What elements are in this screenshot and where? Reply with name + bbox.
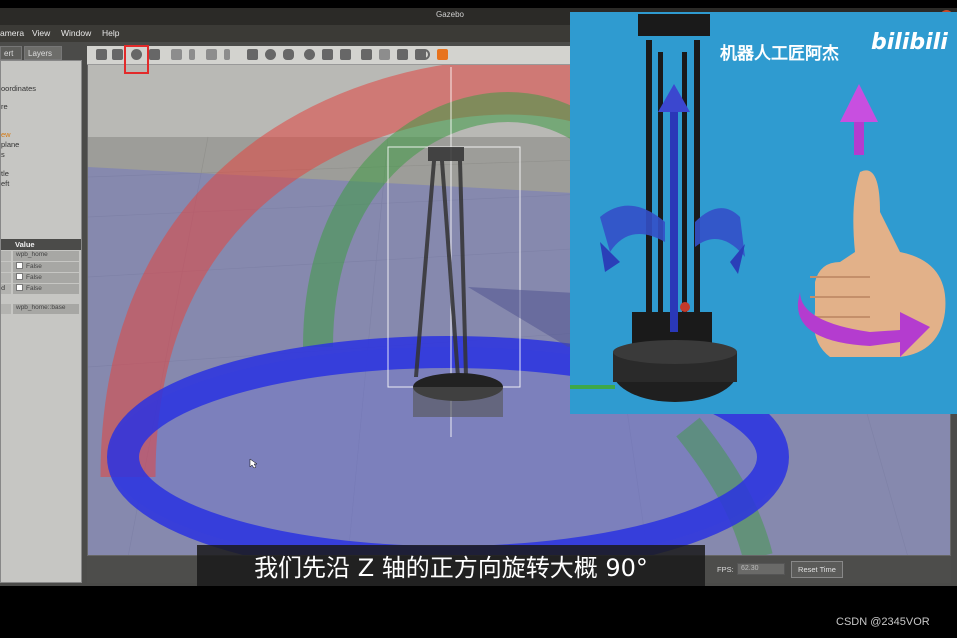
property-label — [1, 273, 11, 283]
property-value-text: False — [26, 263, 42, 270]
spot-light-icon[interactable] — [322, 49, 333, 60]
wind-checkbox[interactable] — [16, 284, 23, 291]
undo-dropdown-icon[interactable] — [189, 49, 195, 60]
property-label — [1, 304, 11, 314]
fps-label: FPS: — [717, 565, 734, 574]
fps-value: 62.30 — [737, 563, 785, 575]
self-collide-checkbox[interactable] — [16, 273, 23, 280]
scale-icon[interactable] — [149, 49, 160, 60]
tree-item-atmosphere[interactable]: re — [1, 102, 8, 111]
rotate-tool-highlight — [124, 45, 149, 74]
redo-icon[interactable] — [206, 49, 217, 60]
property-label: d — [1, 284, 11, 294]
channel-watermark: 机器人工匠阿杰 — [720, 44, 839, 64]
box-icon[interactable] — [247, 49, 258, 60]
left-panel-tabs: ert Layers — [0, 46, 82, 60]
directional-light-icon[interactable] — [340, 49, 351, 60]
tutorial-overlay — [570, 12, 957, 414]
tree-item-selected[interactable]: ew — [1, 130, 11, 139]
tab-insert[interactable]: ert — [0, 46, 22, 60]
point-light-icon[interactable] — [304, 49, 315, 60]
world-tree-panel: oordinates re ew plane s tle eft Value w… — [0, 60, 82, 583]
redo-dropdown-icon[interactable] — [224, 49, 230, 60]
undo-icon[interactable] — [171, 49, 182, 60]
sphere-icon[interactable] — [265, 49, 276, 60]
property-value-text: wpb_home — [16, 251, 48, 258]
magnet-icon[interactable] — [419, 49, 430, 60]
property-name-value: wpb_home — [13, 251, 79, 261]
property-value-text: False — [26, 274, 42, 281]
cylinder-icon[interactable] — [283, 49, 294, 60]
property-link-row[interactable]: wpb_home::base — [13, 304, 79, 314]
translate-icon[interactable] — [112, 49, 123, 60]
tree-item-lights[interactable]: s — [1, 150, 5, 159]
reset-time-button[interactable]: Reset Time — [791, 561, 843, 578]
bilibili-logo: bilibili — [871, 30, 948, 55]
property-value-text: wpb_home::base — [16, 304, 66, 311]
property-selfcollide-row[interactable]: False — [13, 273, 79, 283]
menu-window[interactable]: Window — [61, 28, 91, 38]
property-wind-row[interactable]: False — [13, 284, 79, 294]
property-static-row[interactable]: False — [13, 262, 79, 272]
paste-icon[interactable] — [379, 49, 390, 60]
property-value-text: False — [26, 285, 42, 292]
property-header: Value — [1, 239, 81, 250]
tree-item-ground-plane[interactable]: plane — [1, 140, 19, 149]
menu-view[interactable]: View — [32, 28, 50, 38]
scene-toolbar — [87, 46, 571, 65]
tree-item-spherical-coordinates[interactable]: oordinates — [1, 84, 36, 93]
property-label — [1, 251, 11, 261]
tree-item-title[interactable]: tle — [1, 169, 9, 178]
select-arrow-icon[interactable] — [96, 49, 107, 60]
property-header-value: Value — [15, 240, 35, 249]
csdn-credit: CSDN @2345VOR — [836, 616, 930, 628]
tree-item-left[interactable]: eft — [1, 179, 9, 188]
video-subtitle: 我们先沿 Z 轴的正方向旋转大概 90° — [254, 554, 648, 582]
copy-icon[interactable] — [361, 49, 372, 60]
property-label — [1, 262, 11, 272]
static-checkbox[interactable] — [16, 262, 23, 269]
menu-camera[interactable]: amera — [0, 28, 24, 38]
overlay-illustration — [570, 14, 946, 402]
align-icon[interactable] — [397, 49, 408, 60]
screenshot-icon[interactable] — [437, 49, 448, 60]
menu-help[interactable]: Help — [102, 28, 119, 38]
tab-layers[interactable]: Layers — [24, 46, 62, 60]
